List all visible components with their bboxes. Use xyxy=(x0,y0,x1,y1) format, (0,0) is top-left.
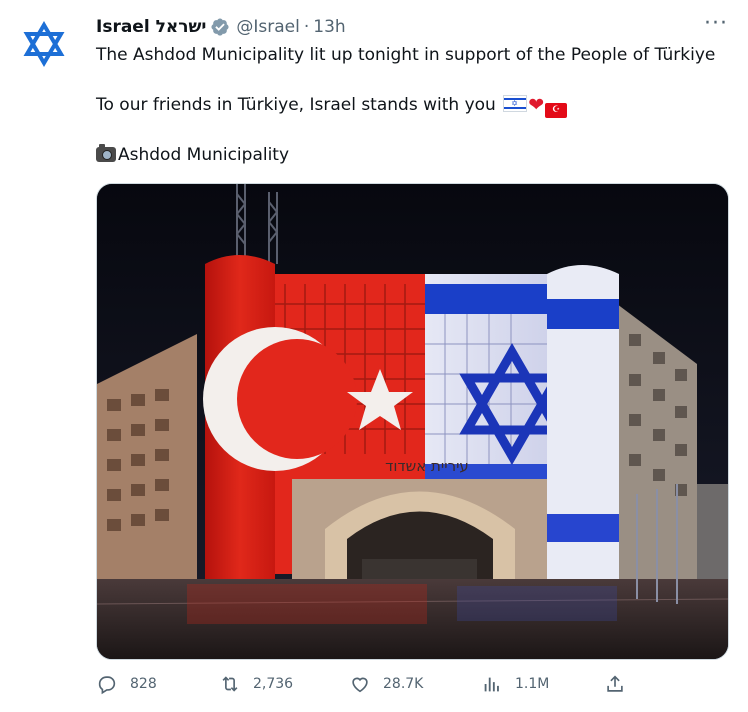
timestamp[interactable]: 13h xyxy=(313,17,345,37)
retweet-button[interactable]: 2,736 xyxy=(219,673,293,695)
star-of-david-icon xyxy=(23,21,65,67)
building-sign-text: עיריית אשדוד xyxy=(385,457,469,475)
reply-count: 828 xyxy=(130,676,157,692)
tweet-actions: 828 2,736 28.7K 1.1M xyxy=(96,673,736,701)
israel-flag-emoji: ✡ xyxy=(503,95,528,112)
like-count: 28.7K xyxy=(383,676,424,692)
separator: · xyxy=(303,17,310,37)
ashdod-municipality-building-photo: עיריית אשדוד xyxy=(97,184,728,659)
share-button[interactable] xyxy=(604,673,638,695)
views-icon xyxy=(484,677,499,692)
reply-button[interactable]: 828 xyxy=(96,673,157,695)
tweet-text-line-2-text: To our friends in Türkiye, Israel stands… xyxy=(96,95,496,115)
camera-icon xyxy=(96,144,116,162)
tweet-text-line-1: The Ashdod Municipality lit up tonight i… xyxy=(96,45,716,65)
like-button[interactable]: 28.7K xyxy=(349,673,423,695)
reply-icon xyxy=(98,676,116,695)
more-icon[interactable]: ··· xyxy=(704,13,728,35)
tweet-text-line-2: To our friends in Türkiye, Israel stands… xyxy=(96,93,736,118)
tweet-header: Israel ישראל @Israel · 13h ··· xyxy=(96,13,728,40)
retweet-icon xyxy=(222,676,238,692)
display-name[interactable]: Israel ישראל xyxy=(96,17,206,37)
turkey-flag-emoji: ☪ xyxy=(545,103,568,118)
handle[interactable]: @Israel xyxy=(236,17,299,37)
tweet-photo[interactable]: עיריית אשדוד xyxy=(96,183,729,660)
heart-emoji: ❤ xyxy=(528,94,545,116)
retweet-count: 2,736 xyxy=(253,676,294,692)
views-count: 1.1M xyxy=(515,676,550,692)
tweet-text-line-3-text: Ashdod Municipality xyxy=(118,145,290,165)
like-icon xyxy=(352,677,368,693)
views-button[interactable]: 1.1M xyxy=(481,673,549,695)
avatar[interactable] xyxy=(14,14,74,74)
verified-badge-icon[interactable] xyxy=(210,17,230,37)
share-icon xyxy=(607,675,623,692)
tweet-text-line-3: Ashdod Municipality xyxy=(96,143,736,167)
